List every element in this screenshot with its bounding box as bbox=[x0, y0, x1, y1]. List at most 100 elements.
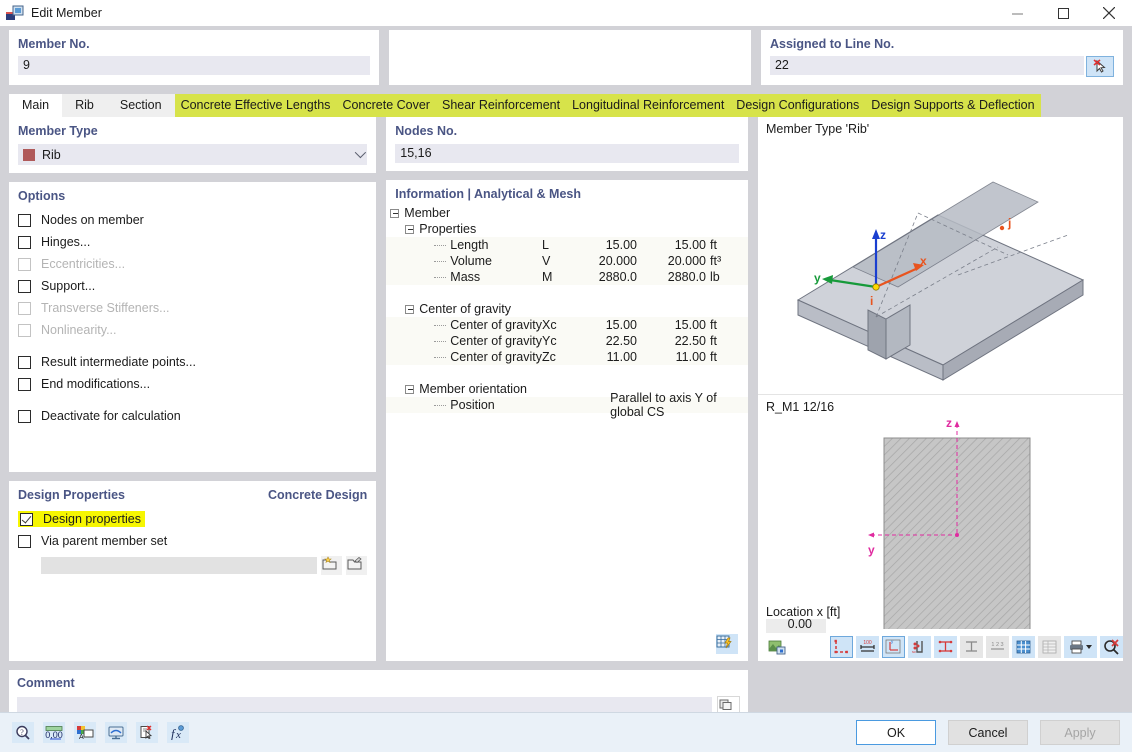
tree-row-symbol: Xc bbox=[542, 318, 580, 332]
middle-column: Nodes No. 15,16 Information | Analytical… bbox=[386, 117, 748, 661]
option-row-result-intermediate-points[interactable]: Result intermediate points... bbox=[18, 351, 367, 373]
tab-shear-reinforcement[interactable]: Shear Reinforcement bbox=[436, 94, 566, 117]
svg-text:A: A bbox=[79, 734, 84, 740]
title-bar: Edit Member bbox=[0, 0, 1132, 26]
option-checkbox[interactable] bbox=[18, 378, 31, 391]
left-column: Member Type Rib Options Nodes on member H… bbox=[9, 117, 376, 661]
tab-design-supports-deflection[interactable]: Design Supports & Deflection bbox=[865, 94, 1040, 117]
section-outline-icon[interactable] bbox=[830, 636, 853, 658]
option-row-nonlinearity: Nonlinearity... bbox=[18, 319, 367, 341]
tree-row-unit: ft bbox=[710, 318, 748, 332]
collapse-icon[interactable] bbox=[405, 305, 414, 314]
dimensions-icon[interactable]: 100 bbox=[856, 636, 879, 658]
tab-main[interactable]: Main bbox=[9, 94, 62, 117]
cancel-button[interactable]: Cancel bbox=[948, 720, 1028, 745]
option-label: Nodes on member bbox=[41, 213, 144, 227]
option-row-support[interactable]: Support... bbox=[18, 275, 367, 297]
stress-points-icon[interactable]: sc bbox=[908, 636, 931, 658]
help-icon[interactable]: ? bbox=[12, 722, 34, 743]
print-icon[interactable] bbox=[1064, 636, 1097, 658]
tree-row-value-1: 15.00 bbox=[580, 238, 642, 252]
member-edit-icon bbox=[6, 5, 24, 21]
options-title: Options bbox=[18, 189, 367, 203]
tree-row[interactable]: VolumeV20.00020.000ft³ bbox=[386, 253, 748, 269]
visual-settings-icon[interactable] bbox=[105, 722, 127, 743]
assigned-line-panel: Assigned to Line No. 22 bbox=[761, 30, 1123, 85]
option-checkbox[interactable] bbox=[18, 356, 31, 369]
tree-row-value-1: 2880.0 bbox=[580, 270, 642, 284]
option-checkbox[interactable] bbox=[18, 236, 31, 249]
option-row-nodes-on-member[interactable]: Nodes on member bbox=[18, 209, 367, 231]
nodes-no-input[interactable]: 15,16 bbox=[395, 144, 739, 163]
svg-text:100: 100 bbox=[863, 640, 872, 646]
via-parent-member-set-checkbox[interactable] bbox=[18, 535, 31, 548]
collapse-icon[interactable] bbox=[405, 225, 414, 234]
new-member-set-icon[interactable] bbox=[321, 556, 342, 575]
tree-row[interactable]: Center of gravityZc11.0011.00ft bbox=[386, 349, 748, 365]
info-pick-icon[interactable] bbox=[136, 722, 158, 743]
collapse-icon[interactable] bbox=[405, 385, 414, 394]
member-type-value: Rib bbox=[42, 148, 61, 162]
member-preview-3d[interactable]: Member Type 'Rib' z bbox=[758, 117, 1123, 394]
tab-concrete-cover[interactable]: Concrete Cover bbox=[336, 94, 436, 117]
information-panel: Information | Analytical & Mesh MemberPr… bbox=[386, 180, 748, 661]
member-type-select[interactable]: Rib bbox=[18, 144, 367, 165]
tree-row[interactable]: Center of gravityYc22.5022.50ft bbox=[386, 333, 748, 349]
option-checkbox bbox=[18, 258, 31, 271]
comment-title: Comment bbox=[17, 676, 740, 690]
select-pick-icon[interactable] bbox=[1086, 56, 1114, 77]
tree-row[interactable]: LengthL15.0015.00ft bbox=[386, 237, 748, 253]
assigned-line-input[interactable]: 22 bbox=[770, 56, 1084, 75]
design-properties-checkbox[interactable] bbox=[20, 513, 33, 526]
tree-row[interactable]: PositionParallel to axis Y of global CS bbox=[386, 397, 748, 413]
member-type-label: Member Type bbox=[18, 124, 98, 138]
tree-row-name: Length bbox=[450, 238, 488, 252]
table-list-icon[interactable] bbox=[1038, 636, 1061, 658]
minimize-button[interactable] bbox=[994, 0, 1040, 26]
profile-shape-icon[interactable] bbox=[960, 636, 983, 658]
option-label: Deactivate for calculation bbox=[41, 409, 181, 423]
section-preview[interactable]: R_M1 12/16 z y bbox=[758, 395, 1123, 605]
ok-button[interactable]: OK bbox=[856, 720, 936, 745]
parts-icon[interactable] bbox=[934, 636, 957, 658]
option-row-deactivate-for-calculation[interactable]: Deactivate for calculation bbox=[18, 405, 367, 427]
option-row-end-modifications[interactable]: End modifications... bbox=[18, 373, 367, 395]
tab-concrete-effective-lengths[interactable]: Concrete Effective Lengths bbox=[175, 94, 337, 117]
grid-icon[interactable] bbox=[1012, 636, 1035, 658]
tree-row-text: Parallel to axis Y of global CS bbox=[610, 391, 748, 419]
apply-button[interactable]: Apply bbox=[1040, 720, 1120, 745]
tree-row[interactable]: Center of gravityXc15.0015.00ft bbox=[386, 317, 748, 333]
axis-system-icon[interactable]: y bbox=[882, 636, 905, 658]
parent-member-set-input[interactable] bbox=[41, 557, 317, 574]
option-row-hinges[interactable]: Hinges... bbox=[18, 231, 367, 253]
collapse-icon[interactable] bbox=[390, 209, 399, 218]
tree-row[interactable]: MassM2880.02880.0lb bbox=[386, 269, 748, 285]
tree-group-center-of-gravity[interactable]: Center of gravity bbox=[386, 301, 748, 317]
information-tree[interactable]: MemberPropertiesLengthL15.0015.00ftVolum… bbox=[386, 205, 748, 627]
display-properties-icon[interactable]: A bbox=[74, 722, 96, 743]
option-checkbox[interactable] bbox=[18, 410, 31, 423]
tab-rib[interactable]: Rib bbox=[62, 94, 107, 117]
location-input[interactable]: 0.00 bbox=[766, 619, 826, 633]
design-properties-checkbox-row[interactable]: Design properties bbox=[18, 508, 367, 530]
via-parent-member-set-row[interactable]: Via parent member set bbox=[18, 530, 367, 552]
maximize-button[interactable] bbox=[1040, 0, 1086, 26]
tab-longitudinal-reinforcement[interactable]: Longitudinal Reinforcement bbox=[566, 94, 730, 117]
formula-icon[interactable]: f x bbox=[167, 722, 189, 743]
tab-section[interactable]: Section bbox=[107, 94, 175, 117]
tree-group-properties[interactable]: Properties bbox=[386, 221, 748, 237]
parent-member-set-row bbox=[18, 556, 367, 575]
table-lightning-icon[interactable] bbox=[716, 634, 738, 654]
member-preview-caption: Member Type 'Rib' bbox=[758, 117, 1123, 136]
member-no-input[interactable]: 9 bbox=[18, 56, 370, 75]
tab-design-configurations[interactable]: Design Configurations bbox=[730, 94, 865, 117]
numbering-icon[interactable]: 1 2 3 bbox=[986, 636, 1009, 658]
zoom-reset-icon[interactable] bbox=[1100, 636, 1123, 658]
close-button[interactable] bbox=[1086, 0, 1132, 26]
option-checkbox[interactable] bbox=[18, 280, 31, 293]
tree-node-member[interactable]: Member bbox=[386, 205, 748, 221]
units-icon[interactable]: 0,00 bbox=[43, 722, 65, 743]
edit-member-set-icon[interactable] bbox=[346, 556, 367, 575]
option-checkbox[interactable] bbox=[18, 214, 31, 227]
render-mode-icon[interactable] bbox=[766, 636, 789, 658]
